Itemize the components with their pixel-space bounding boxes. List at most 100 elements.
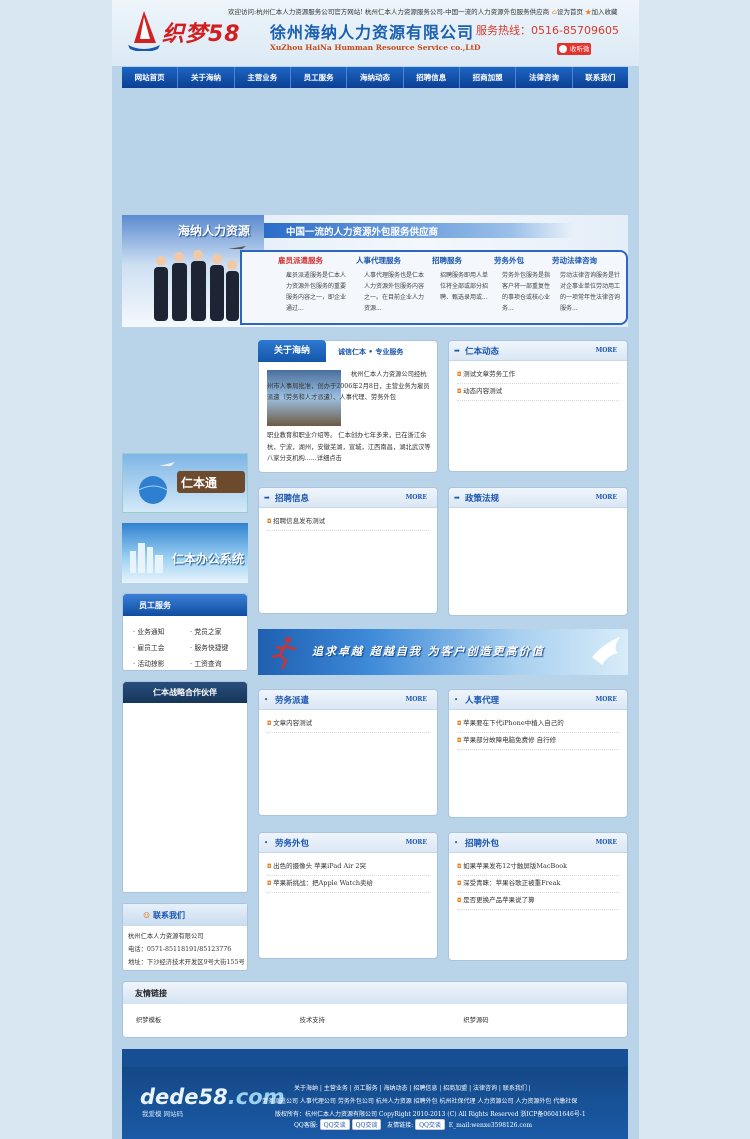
list-item[interactable]: 招聘信息发布测试 — [267, 514, 429, 531]
footer: dede58.com 我爱模 网站码 关于海纳 | 主营业务 | 员工服务 | … — [122, 1049, 628, 1139]
contact-company: 杭州仁本人力资源有限公司 — [128, 933, 204, 940]
nav-item-about[interactable]: 关于海纳 — [178, 67, 235, 88]
outsource-title: 劳务外包 — [275, 839, 310, 849]
qq-label: QQ客服: — [294, 1122, 318, 1129]
staff-link[interactable]: · 工资查询 — [190, 658, 247, 668]
list-item[interactable]: 动态内容测试 — [457, 384, 619, 401]
qq-chat-button[interactable]: QQ交谈 — [415, 1119, 445, 1130]
list-item[interactable]: 是否更换产品苹果说了算 — [457, 893, 619, 910]
list-item[interactable]: 测试文章劳务工作 — [457, 367, 619, 384]
about-tab[interactable]: 关于海纳 — [258, 340, 326, 362]
service-desc: 劳动法律咨询服务是针对企事业单位劳动用工的一项常年性法律咨询服务... — [560, 272, 621, 312]
outsource-box: • 劳务外包 MORE 出色的摄像头 苹果iPad Air 2突 苹果新挑战：把Ap… — [258, 832, 438, 959]
qq-chat-button[interactable]: QQ交谈 — [319, 1119, 350, 1130]
renbentong-ad[interactable]: 仁本通 — [122, 453, 248, 513]
recruit-list: 招聘信息发布测试 — [259, 508, 437, 531]
staff-link[interactable]: · 雇员工会 — [133, 642, 190, 652]
contact-address: 地址：下沙经济技术开发区9号大街155号 — [128, 959, 245, 966]
list-item[interactable]: 苹果部分故障电脑免费修 自行修 — [457, 733, 619, 750]
service-title: 人事代理服务 — [356, 256, 401, 265]
about-subtitle: 诚信仁本 • 专业服务 — [338, 347, 404, 356]
footer-keywords[interactable]: 劳务派遣公司 人事代理公司 劳务外包公司 杭州人力资源 招聘外包 杭州社保代理 … — [262, 1096, 577, 1105]
slogan-banner: 追求卓越 超越自我 为客户创造更高价值 — [258, 629, 628, 675]
list-item[interactable]: 深受青睐：苹果谷歌正被重Freak — [457, 876, 619, 893]
list-item[interactable]: 出色的摄像头 苹果iPad Air 2突 — [267, 859, 429, 876]
more-link[interactable]: MORE — [406, 839, 427, 846]
welcome-text: 欢迎访问:杭州仁本人力资源服务公司官方网站! 杭州仁本人力资源服务公司-中国一流… — [228, 8, 550, 16]
footer-copyright: 版权所有：杭州仁本人力资源有限公司 CopyRight 2010-2013 (C… — [275, 1111, 586, 1118]
company-name: 徐州海纳人力资源有限公司 — [270, 23, 475, 42]
bullet-icon: • — [264, 696, 269, 704]
banner-slogan: 中国一流的人力资源外包服务供应商 — [286, 227, 439, 238]
list-item[interactable]: 如果苹果发布12寸触屏版MacBook — [457, 859, 619, 876]
more-link[interactable]: MORE — [596, 839, 617, 846]
office-system-ad[interactable]: 仁本办公系统 — [122, 523, 248, 583]
partner-box: 仁本战略合作伙伴 — [122, 681, 248, 893]
service-desc: 招聘服务即用人单位将全部或部分招聘、甄选录用或... — [440, 272, 489, 301]
staff-link[interactable]: · 活动掠影 — [133, 658, 190, 668]
recruit-outsource-box: • 招聘外包 MORE 如果苹果发布12寸触屏版MacBook 深受青睐：苹果谷歌正… — [448, 832, 628, 961]
more-link[interactable]: MORE — [406, 696, 427, 703]
about-text-more[interactable]: 职业教育和职业介绍等。 仁本创办七年多来，已在浙江余杭，宁波，湖州，安徽芜湖，宣… — [267, 430, 432, 465]
header: 织梦58 欢迎访问:杭州仁本人力资源服务公司官方网站! 杭州仁本人力资源服务公司… — [112, 0, 639, 66]
partner-title: 仁本战略合作伙伴 — [123, 682, 247, 703]
nav-item-recruit[interactable]: 招聘信息 — [404, 67, 460, 88]
policy-box: ➡ 政策法规 MORE — [448, 487, 628, 616]
nav-item-law[interactable]: 法律咨询 — [516, 67, 573, 88]
dove-icon — [592, 637, 620, 665]
ad1-label: 仁本通 — [181, 476, 218, 490]
recruit-title: 招聘信息 — [275, 494, 310, 504]
service-agent[interactable]: 人事代理服务 人事代理服务也是仁本人力资源外包服务内容之一。在目前企业人力资源..… — [356, 255, 426, 314]
friend-links-row: 织梦模板 技术支持 织梦源码 — [123, 1004, 627, 1024]
service-title: 劳务外包 — [494, 256, 524, 265]
agent-box: • 人事代理 MORE 苹果要在下代iPhone中植入自己的 苹果部分故障电脑免费修… — [448, 689, 628, 818]
more-link[interactable]: MORE — [596, 696, 617, 703]
banner-title: 海纳人力资源 — [178, 224, 251, 238]
city-icon — [130, 543, 163, 573]
contact-title: ☺ 联系我们 — [123, 904, 247, 926]
staff-link[interactable]: · 业务通知 — [133, 626, 190, 636]
nav-item-join[interactable]: 招商加盟 — [460, 67, 517, 88]
staff-service-box: 员工服务 · 业务通知 · 党员之家 · 雇员工会 · 服务快捷键 · 活动掠影… — [122, 593, 248, 671]
friend-link[interactable]: 技术支持 — [300, 1015, 464, 1024]
service-title: 劳动法律咨询 — [552, 256, 597, 265]
business-people-image — [154, 246, 246, 321]
qq-chat-button[interactable]: QQ交谈 — [351, 1119, 382, 1130]
ad2-label: 仁本办公系统 — [172, 552, 245, 566]
service-dispatch[interactable]: 雇员派遣服务 雇员派遣服务是仁本人力资源外包服务的重要服务内容之一，即企业通过..… — [278, 255, 348, 314]
nav-item-contact[interactable]: 联系我们 — [573, 67, 628, 88]
set-home-link[interactable]: 设为首页 — [557, 8, 583, 16]
bullet-icon: • — [454, 839, 459, 847]
list-item[interactable]: 文章内容测试 — [267, 716, 429, 733]
service-law[interactable]: 劳动法律咨询劳动法律咨询服务是针对企事业单位劳动用工的一项常年性法律咨询服务..… — [552, 255, 624, 314]
friend-link[interactable]: 织梦模板 — [136, 1015, 300, 1024]
slogan-text: 追求卓越 超越自我 为客户创造更高价值 — [312, 645, 545, 658]
company-en-name: XuZhou HaiNa Humman Resource Service co.… — [270, 43, 481, 52]
more-link[interactable]: MORE — [406, 494, 427, 501]
list-item[interactable]: 苹果要在下代iPhone中植入自己的 — [457, 716, 619, 733]
nav-item-staff[interactable]: 员工服务 — [291, 67, 348, 88]
service-outsource[interactable]: 劳务外包 劳务外包服务是指客户将一部重复性的事项仓或核心业务... — [494, 255, 550, 314]
add-fav-link[interactable]: 加入收藏 — [592, 8, 618, 16]
nav-item-news[interactable]: 海纳动态 — [347, 67, 404, 88]
footer-nav[interactable]: 关于海纳 | 主营业务 | 员工服务 | 海纳动态 | 招聘信息 | 招商加盟 … — [294, 1083, 531, 1092]
nav-item-business[interactable]: 主营业务 — [235, 67, 291, 88]
list-item[interactable]: 苹果新挑战：把Apple Watch卖给 — [267, 876, 429, 893]
service-title: 招聘服务 — [432, 256, 462, 265]
recruit-box: ➡ 招聘信息 MORE 招聘信息发布测试 — [258, 487, 438, 614]
dispatch-title: 劳务派遣 — [275, 696, 310, 706]
nav-item-home[interactable]: 网站首页 — [122, 67, 179, 88]
weibo-label: 收听微 — [570, 45, 590, 53]
friend-link[interactable]: 织梦源码 — [463, 1015, 627, 1024]
staff-link[interactable]: · 服务快捷键 — [190, 642, 247, 652]
more-link[interactable]: MORE — [596, 347, 617, 354]
weibo-button[interactable]: 收听微 — [557, 43, 591, 55]
dispatch-list: 文章内容测试 — [259, 710, 437, 733]
main-nav: 网站首页 关于海纳 主营业务 员工服务 海纳动态 招聘信息 招商加盟 法律咨询 … — [122, 67, 628, 88]
arrow-icon: ➡ — [264, 494, 270, 502]
bullet-icon: • — [454, 696, 459, 704]
service-recruit[interactable]: 招聘服务招聘服务即用人单位将全部或部分招聘、甄选录用或... — [432, 255, 488, 303]
more-link[interactable]: MORE — [596, 494, 617, 501]
staff-link[interactable]: · 党员之家 — [190, 626, 247, 636]
services-banner: 海纳人力资源 中国一流的人力资源外包服务供应商 雇员派遣服务 雇员派遣服务是仁本人… — [122, 215, 628, 327]
